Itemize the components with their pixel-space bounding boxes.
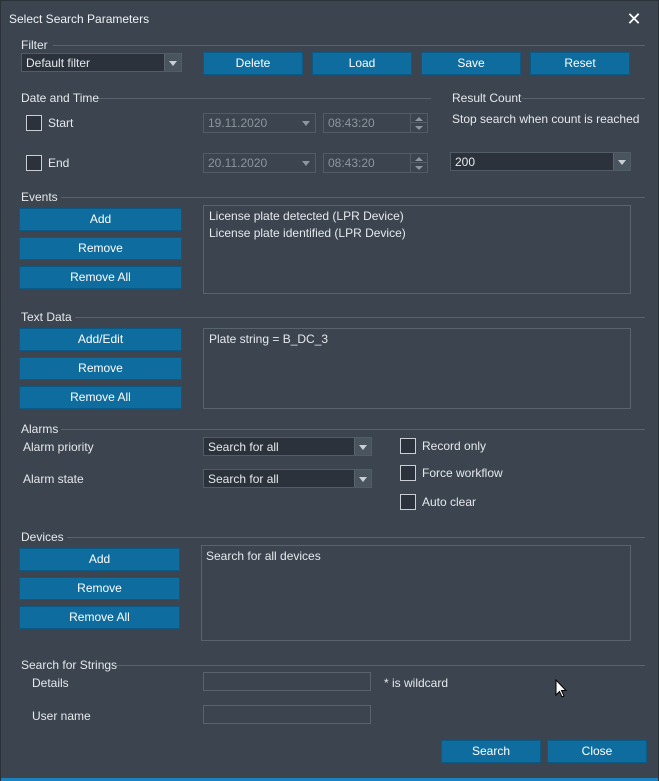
date-time-heading: Date and Time bbox=[21, 91, 100, 105]
load-button[interactable]: Load bbox=[312, 52, 412, 75]
end-time-spinner[interactable]: 08:43:20 bbox=[323, 153, 428, 173]
result-count-value: 200 bbox=[455, 154, 476, 169]
chevron-down-icon bbox=[613, 153, 630, 170]
devices-heading: Devices bbox=[21, 530, 64, 544]
delete-button[interactable]: Delete bbox=[203, 52, 303, 75]
list-item[interactable]: Plate string = B_DC_3 bbox=[209, 332, 328, 346]
events-divider bbox=[61, 197, 645, 198]
save-button[interactable]: Save bbox=[421, 52, 521, 75]
details-label: Details bbox=[32, 676, 69, 690]
filter-divider bbox=[53, 45, 645, 46]
start-label: Start bbox=[48, 116, 74, 130]
spin-down-icon[interactable] bbox=[411, 163, 427, 172]
text-data-list[interactable]: Plate string = B_DC_3 bbox=[203, 328, 631, 409]
close-button[interactable]: Close bbox=[547, 740, 647, 763]
close-icon[interactable]: ✕ bbox=[621, 7, 647, 31]
details-input[interactable] bbox=[203, 672, 371, 691]
force-workflow-checkbox[interactable] bbox=[400, 465, 416, 481]
start-date-value: 19.11.2020 bbox=[208, 116, 268, 130]
date-time-divider bbox=[99, 98, 431, 99]
devices-add-button[interactable]: Add bbox=[19, 548, 180, 571]
list-item[interactable]: Search for all devices bbox=[206, 549, 321, 563]
result-count-select[interactable]: 200 bbox=[450, 152, 631, 171]
text-data-divider bbox=[75, 317, 645, 318]
mouse-cursor-icon bbox=[555, 679, 568, 698]
chevron-down-icon bbox=[298, 114, 315, 132]
chevron-down-icon bbox=[354, 470, 371, 487]
search-strings-divider bbox=[115, 665, 645, 666]
start-time-value: 08:43:20 bbox=[328, 116, 375, 130]
text-data-remove-all-button[interactable]: Remove All bbox=[19, 386, 182, 409]
alarm-priority-select[interactable]: Search for all bbox=[203, 437, 372, 456]
text-data-add-edit-button[interactable]: Add/Edit bbox=[19, 328, 182, 351]
spin-up-icon[interactable] bbox=[411, 114, 427, 123]
result-count-description: Stop search when count is reached bbox=[452, 112, 640, 126]
search-button[interactable]: Search bbox=[441, 740, 541, 763]
spinner-buttons bbox=[410, 114, 427, 132]
spinner-buttons bbox=[410, 154, 427, 172]
alarm-state-label: Alarm state bbox=[23, 472, 84, 486]
wildcard-note: * is wildcard bbox=[384, 676, 449, 690]
start-time-spinner[interactable]: 08:43:20 bbox=[323, 113, 428, 133]
chevron-down-icon bbox=[164, 54, 181, 71]
window-title: Select Search Parameters bbox=[9, 12, 150, 26]
alarms-heading: Alarms bbox=[21, 422, 59, 436]
auto-clear-checkbox[interactable] bbox=[400, 494, 416, 510]
username-label: User name bbox=[32, 709, 91, 723]
chevron-down-icon bbox=[354, 438, 371, 455]
result-count-divider bbox=[522, 98, 645, 99]
alarm-state-value: Search for all bbox=[208, 471, 279, 486]
end-date-value: 20.11.2020 bbox=[208, 156, 268, 170]
alarm-state-select[interactable]: Search for all bbox=[203, 469, 372, 488]
start-checkbox[interactable] bbox=[26, 115, 42, 131]
alarm-priority-value: Search for all bbox=[208, 439, 279, 454]
search-strings-heading: Search for Strings bbox=[21, 658, 118, 672]
events-remove-all-button[interactable]: Remove All bbox=[19, 266, 182, 289]
end-time-value: 08:43:20 bbox=[328, 156, 375, 170]
list-item[interactable]: License plate detected (LPR Device) bbox=[209, 209, 404, 223]
devices-remove-button[interactable]: Remove bbox=[19, 577, 180, 600]
alarms-divider bbox=[61, 429, 645, 430]
filter-heading: Filter bbox=[21, 38, 48, 52]
alarm-priority-label: Alarm priority bbox=[23, 440, 94, 454]
start-date-picker[interactable]: 19.11.2020 bbox=[203, 113, 316, 133]
text-data-remove-button[interactable]: Remove bbox=[19, 357, 182, 380]
events-list[interactable]: License plate detected (LPR Device) Lice… bbox=[203, 205, 631, 294]
filter-select-value: Default filter bbox=[26, 55, 91, 70]
end-label: End bbox=[48, 156, 70, 170]
record-only-checkbox[interactable] bbox=[400, 438, 416, 454]
record-only-label: Record only bbox=[422, 439, 487, 453]
username-input[interactable] bbox=[203, 705, 371, 724]
events-add-button[interactable]: Add bbox=[19, 208, 182, 231]
events-remove-button[interactable]: Remove bbox=[19, 237, 182, 260]
reset-button[interactable]: Reset bbox=[530, 52, 630, 75]
result-count-heading: Result Count bbox=[452, 91, 522, 105]
chevron-down-icon bbox=[298, 154, 315, 172]
text-data-heading: Text Data bbox=[21, 310, 72, 324]
end-checkbox[interactable] bbox=[26, 155, 42, 171]
devices-remove-all-button[interactable]: Remove All bbox=[19, 606, 180, 629]
list-item[interactable]: License plate identified (LPR Device) bbox=[209, 226, 406, 240]
spin-down-icon[interactable] bbox=[411, 123, 427, 132]
auto-clear-label: Auto clear bbox=[422, 495, 477, 509]
end-date-picker[interactable]: 20.11.2020 bbox=[203, 153, 316, 173]
spin-up-icon[interactable] bbox=[411, 154, 427, 163]
filter-select[interactable]: Default filter bbox=[21, 53, 182, 72]
title-bar: Select Search Parameters ✕ bbox=[1, 1, 658, 35]
devices-divider bbox=[67, 537, 645, 538]
force-workflow-label: Force workflow bbox=[422, 466, 503, 480]
events-heading: Events bbox=[21, 190, 58, 204]
search-parameters-dialog: Select Search Parameters ✕ Filter Defaul… bbox=[0, 0, 659, 781]
devices-list[interactable]: Search for all devices bbox=[201, 545, 631, 641]
